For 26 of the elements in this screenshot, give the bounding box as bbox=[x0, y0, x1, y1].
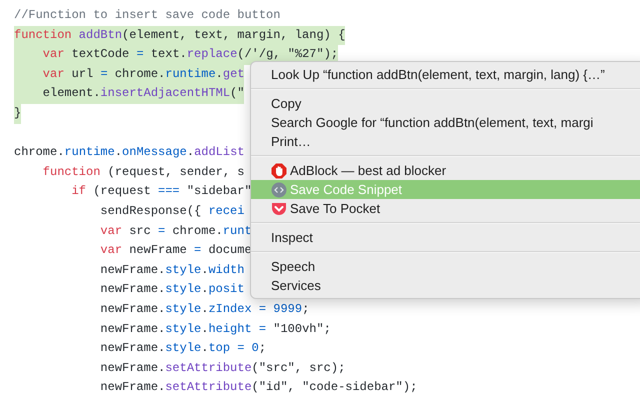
menu-item[interactable]: Search Google for “function addBtn(element, text, margi bbox=[251, 113, 640, 132]
code-line: newFrame.style.posit bbox=[99, 281, 244, 298]
code-line: sendResponse({ recei bbox=[99, 202, 244, 220]
pocket-icon bbox=[271, 200, 287, 216]
code-line: newFrame.style.top = 0; bbox=[99, 340, 266, 358]
code-icon bbox=[271, 182, 287, 198]
code-line: var newFrame = docume bbox=[99, 242, 252, 260]
menu-item[interactable]: Copy bbox=[251, 94, 640, 113]
menu-item[interactable]: Look Up “function addBtn(element, text, margin, lang) {…” bbox=[251, 65, 640, 84]
menu-item[interactable]: Services bbox=[251, 276, 640, 295]
menu-item[interactable]: AdBlock — best ad blocker bbox=[251, 161, 640, 180]
code-line: function (request, sender, s bbox=[42, 164, 244, 181]
code-line: if (request === "sidebar" bbox=[70, 183, 252, 200]
menu-item[interactable]: Inspect bbox=[251, 228, 640, 247]
code-line: newFrame.style.height = "100vh"; bbox=[99, 320, 331, 338]
code-line: chrome.runtime.onMessage.addList bbox=[14, 144, 244, 162]
code-line: newFrame.setAttribute("src", src); bbox=[99, 360, 346, 377]
hand-icon bbox=[271, 162, 287, 178]
menu-item[interactable]: Print… bbox=[251, 132, 640, 151]
code-line: //Function to insert save code button bbox=[14, 7, 280, 24]
code-line: newFrame.style.zIndex = 9999; bbox=[99, 300, 310, 318]
menu-item[interactable]: Save To Pocket bbox=[251, 199, 640, 218]
code-line: var src = chrome.runt bbox=[99, 222, 252, 240]
code-line: newFrame.style.width bbox=[99, 262, 244, 279]
menu-item[interactable]: Speech bbox=[251, 257, 640, 276]
code-line: newFrame.setAttribute("id", "code-sidebar"); bbox=[99, 379, 418, 396]
